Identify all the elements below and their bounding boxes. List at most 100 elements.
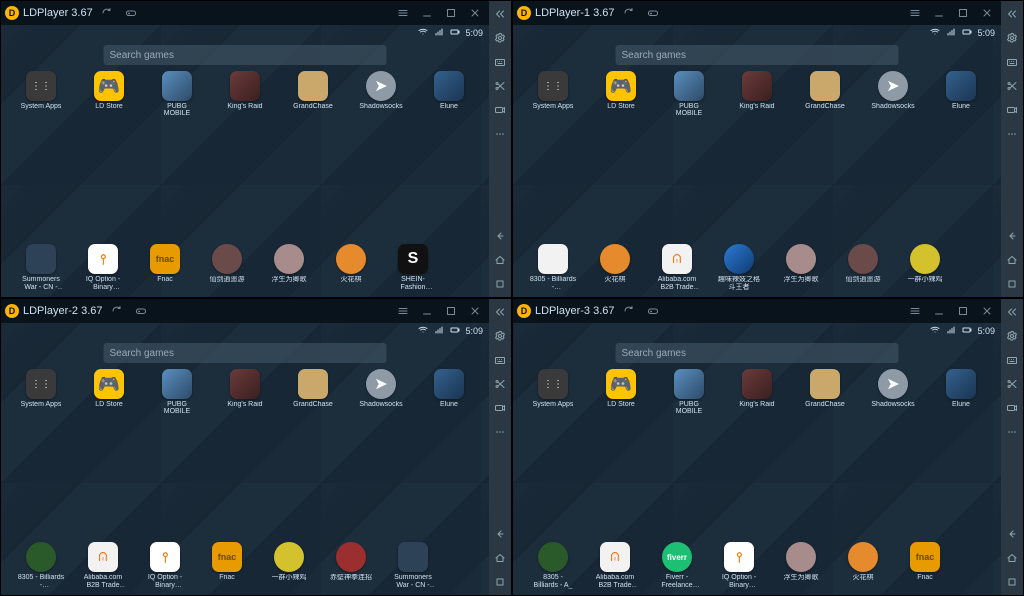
app-1-rowTop-4[interactable]: GrandChase [803,71,847,118]
app-0-rowBottom-2[interactable]: fnac Fnac [143,244,187,291]
app-3-rowTop-1[interactable]: 🎮 LD Store [599,369,643,416]
app-0-rowBottom-5[interactable]: 火花棋 [329,244,373,291]
app-2-rowTop-5[interactable]: ➤ Shadowsocks [359,369,403,416]
app-1-rowTop-5[interactable]: ➤ Shadowsocks [871,71,915,118]
settings-button[interactable] [1003,29,1021,47]
back-button[interactable] [491,525,509,543]
keyboard-button[interactable] [491,351,509,369]
maximize-button[interactable] [441,301,461,321]
menu-button[interactable] [905,301,925,321]
app-3-rowTop-0[interactable]: ⋮⋮ System Apps [531,369,575,416]
app-2-rowTop-6[interactable]: Elune [427,369,471,416]
android-screen[interactable]: 5:09 Search games ⋮⋮ System Apps 🎮 LD St… [513,25,1001,297]
app-3-rowTop-6[interactable]: Elune [939,369,983,416]
collapse-button[interactable] [1003,5,1021,23]
app-3-rowBottom-3[interactable]: ⫯ IQ Option - Binary Options [717,542,761,589]
gamepad-icon[interactable] [643,301,663,321]
minimize-button[interactable] [417,301,437,321]
app-1-rowBottom-4[interactable]: 浮生为卿歌 [779,244,823,291]
app-0-rowBottom-4[interactable]: 浮生为卿歌 [267,244,311,291]
screenshot-button[interactable] [491,77,509,95]
app-1-rowTop-3[interactable]: King's Raid [735,71,779,118]
app-1-rowBottom-0[interactable]: 8305 - Billiards - A_36364946_6664 [531,244,575,291]
home-button[interactable] [491,251,509,269]
recents-button[interactable] [491,573,509,591]
app-0-rowBottom-6[interactable]: S SHEIN-Fashion Shopping Online [391,244,435,291]
settings-button[interactable] [491,327,509,345]
maximize-button[interactable] [953,301,973,321]
record-button[interactable] [1003,101,1021,119]
record-button[interactable] [1003,399,1021,417]
app-0-rowBottom-3[interactable]: 仙剑逍遥游 [205,244,249,291]
app-0-rowTop-4[interactable]: GrandChase [291,71,335,118]
sync-icon[interactable] [619,301,639,321]
app-3-rowTop-5[interactable]: ➤ Shadowsocks [871,369,915,416]
app-0-rowBottom-0[interactable]: Summoners War - CN - NonIncent - Android [19,244,63,291]
collapse-button[interactable] [491,5,509,23]
app-2-rowBottom-5[interactable]: 赤壁神拳连招 [329,542,373,589]
home-button[interactable] [491,549,509,567]
app-2-rowTop-2[interactable]: PUBG MOBILE [155,369,199,416]
settings-button[interactable] [491,29,509,47]
app-2-rowBottom-3[interactable]: fnac Fnac [205,542,249,589]
app-2-rowTop-4[interactable]: GrandChase [291,369,335,416]
collapse-button[interactable] [1003,303,1021,321]
app-0-rowTop-2[interactable]: PUBG MOBILE [155,71,199,118]
sync-icon[interactable] [107,301,127,321]
android-screen[interactable]: 5:09 Search games ⋮⋮ System Apps 🎮 LD St… [513,323,1001,595]
more-button[interactable] [491,125,509,143]
app-1-rowTop-0[interactable]: ⋮⋮ System Apps [531,71,575,118]
home-button[interactable] [1003,251,1021,269]
more-button[interactable] [1003,423,1021,441]
back-button[interactable] [491,227,509,245]
app-1-rowBottom-5[interactable]: 仙剑逍遥游 [841,244,885,291]
minimize-button[interactable] [929,3,949,23]
app-2-rowBottom-6[interactable]: Summoners War - CN - NonIncent - Android [391,542,435,589]
record-button[interactable] [491,399,509,417]
recents-button[interactable] [491,275,509,293]
app-1-rowTop-6[interactable]: Elune [939,71,983,118]
app-0-rowBottom-1[interactable]: ⫯ IQ Option - Binary Options [81,244,125,291]
app-3-rowBottom-6[interactable]: fnac Fnac [903,542,947,589]
app-3-rowTop-2[interactable]: PUBG MOBILE [667,369,711,416]
app-2-rowTop-3[interactable]: King's Raid [223,369,267,416]
recents-button[interactable] [1003,275,1021,293]
android-screen[interactable]: 5:09 Search games ⋮⋮ System Apps 🎮 LD St… [1,25,489,297]
screenshot-button[interactable] [1003,375,1021,393]
app-0-rowTop-1[interactable]: 🎮 LD Store [87,71,131,118]
app-1-rowTop-1[interactable]: 🎮 LD Store [599,71,643,118]
app-1-rowBottom-3[interactable]: 趣味辣妓之格斗王者 [717,244,761,291]
app-1-rowBottom-1[interactable]: 火花棋 [593,244,637,291]
app-3-rowBottom-0[interactable]: 8305 - Billiards - A_ [531,542,575,589]
minimize-button[interactable] [929,301,949,321]
menu-button[interactable] [393,301,413,321]
more-button[interactable] [1003,125,1021,143]
menu-button[interactable] [905,3,925,23]
app-2-rowBottom-1[interactable]: ᕬ Alibaba.com B2B Trade App [81,542,125,589]
keyboard-button[interactable] [1003,53,1021,71]
app-2-rowBottom-2[interactable]: ⫯ IQ Option - Binary Options [143,542,187,589]
close-button[interactable] [465,301,485,321]
close-button[interactable] [977,3,997,23]
app-1-rowTop-2[interactable]: PUBG MOBILE [667,71,711,118]
close-button[interactable] [977,301,997,321]
app-2-rowBottom-4[interactable]: 一群小辣鸡 [267,542,311,589]
app-3-rowTop-3[interactable]: King's Raid [735,369,779,416]
recents-button[interactable] [1003,573,1021,591]
app-0-rowTop-6[interactable]: Elune [427,71,471,118]
app-1-rowBottom-2[interactable]: ᕬ Alibaba.com B2B Trade App [655,244,699,291]
maximize-button[interactable] [441,3,461,23]
collapse-button[interactable] [491,303,509,321]
close-button[interactable] [465,3,485,23]
back-button[interactable] [1003,525,1021,543]
keyboard-button[interactable] [491,53,509,71]
gamepad-icon[interactable] [643,3,663,23]
android-screen[interactable]: 5:09 Search games ⋮⋮ System Apps 🎮 LD St… [1,323,489,595]
app-0-rowTop-5[interactable]: ➤ Shadowsocks [359,71,403,118]
app-1-rowBottom-6[interactable]: 一群小辣鸡 [903,244,947,291]
app-0-rowTop-0[interactable]: ⋮⋮ System Apps [19,71,63,118]
maximize-button[interactable] [953,3,973,23]
record-button[interactable] [491,101,509,119]
more-button[interactable] [491,423,509,441]
app-3-rowBottom-5[interactable]: 火花棋 [841,542,885,589]
